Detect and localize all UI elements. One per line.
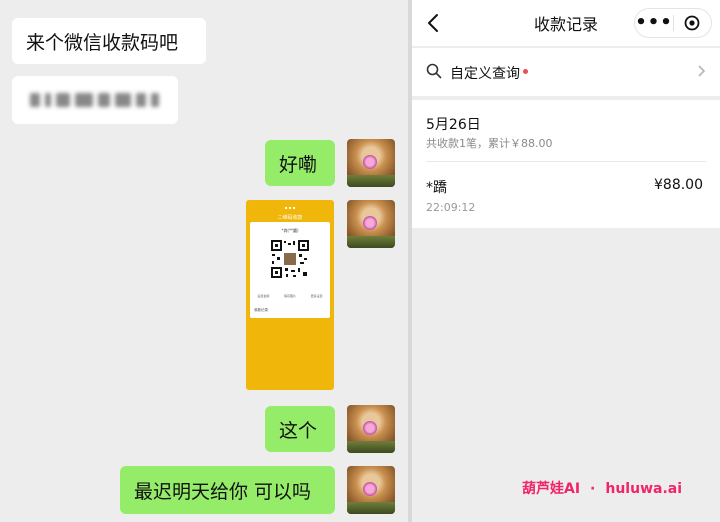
chat-panel: 来个微信收款码吧 好嘞 ▪ ▪ ▪ 二维码收款 *尚(**圆) 设置金额 保存图… [0, 0, 408, 522]
avatar[interactable] [347, 405, 395, 453]
payer-name: *蹻 [426, 180, 447, 196]
qr-link: 保存图片 [283, 294, 296, 298]
top-navigation-bar: 收款记录 ••• [412, 0, 720, 46]
qr-link: 设置金额 [257, 294, 270, 298]
payment-records-panel: 收款记录 ••• 自定义查询 5月26日 共收款1笔，累计￥88.00 *蹻 ¥… [412, 0, 720, 522]
avatar[interactable] [347, 139, 395, 187]
message-text: 最迟明天给你 可以吗 [134, 480, 312, 503]
payment-amount: ¥88.00 [654, 177, 703, 193]
avatar[interactable] [347, 466, 395, 514]
message-text: 这个 [279, 419, 318, 442]
avatar[interactable] [347, 200, 395, 248]
close-mini-program-icon[interactable] [674, 15, 711, 31]
qr-link: 更多设置 [310, 294, 323, 298]
qr-card-links: 设置金额 保存图片 更多设置 [250, 294, 330, 298]
message-bubble-sent[interactable]: 好嘞 [265, 140, 335, 186]
daily-summary: 共收款1笔，累计￥88.00 [426, 137, 553, 150]
mini-program-capsule: ••• [634, 8, 712, 38]
notification-dot [523, 69, 528, 74]
blurred-content [30, 91, 170, 109]
more-options-icon[interactable]: ••• [635, 14, 673, 32]
screenshot-stage: 来个微信收款码吧 好嘞 ▪ ▪ ▪ 二维码收款 *尚(**圆) 设置金额 保存图… [0, 0, 720, 522]
chevron-right-icon [698, 65, 706, 77]
page-title: 收款记录 [533, 15, 598, 34]
back-arrow-icon[interactable] [424, 12, 444, 34]
qr-card-record: 收款记录 [254, 308, 268, 312]
qr-card-name: *尚(**圆) [281, 228, 299, 233]
message-text: 好嘞 [279, 153, 318, 176]
message-bubble-sent[interactable]: 这个 [265, 406, 335, 452]
message-bubble-received[interactable]: 来个微信收款码吧 [12, 18, 206, 64]
payment-time: 22:09:12 [426, 201, 476, 214]
qr-code [270, 239, 310, 279]
status-bar: ▪ ▪ ▪ [284, 204, 296, 210]
qr-code-image-message[interactable]: ▪ ▪ ▪ 二维码收款 *尚(**圆) 设置金额 保存图片 更多设置 收款记录 [246, 200, 334, 390]
custom-query-row[interactable]: 自定义查询 [412, 48, 720, 96]
custom-query-label: 自定义查询 [450, 66, 520, 82]
message-bubble-sent[interactable]: 最迟明天给你 可以吗 [120, 466, 335, 514]
qr-card-body: *尚(**圆) 设置金额 保存图片 更多设置 收款记录 [250, 222, 330, 318]
daily-records-card: 5月26日 共收款1笔，累计￥88.00 *蹻 ¥88.00 22:09:12 [412, 100, 720, 228]
message-text: 来个微信收款码吧 [26, 31, 179, 54]
search-icon [426, 63, 442, 79]
message-bubble-blurred[interactable] [12, 76, 178, 124]
divider [426, 161, 706, 162]
record-date: 5月26日 [426, 117, 481, 133]
watermark-brand: 葫芦娃AI [522, 481, 581, 497]
watermark-site: huluwa.ai [605, 481, 683, 497]
watermark: 葫芦娃AI · huluwa.ai [522, 478, 682, 498]
watermark-separator: · [590, 481, 596, 497]
